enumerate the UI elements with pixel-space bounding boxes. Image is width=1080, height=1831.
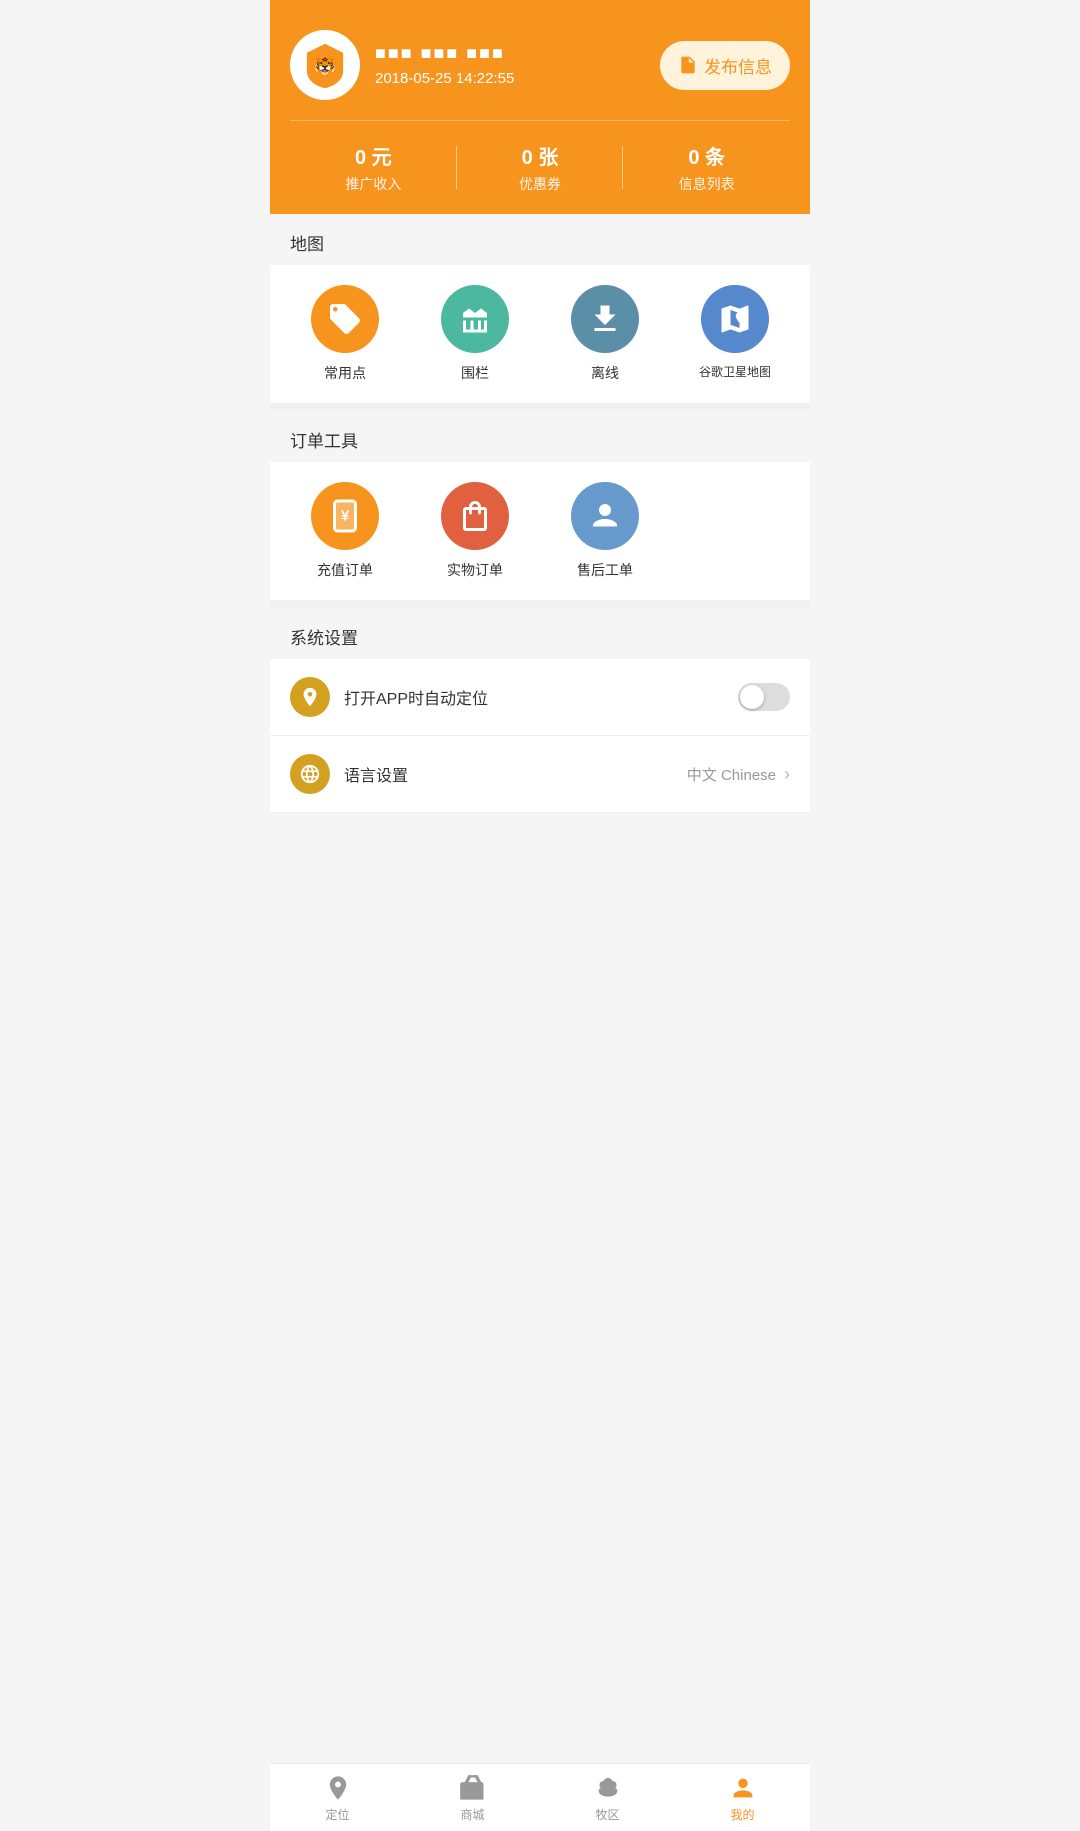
stat-promotion-label: 推广收入 [290, 174, 457, 194]
stat-promotion-value: 0 元 [290, 141, 457, 170]
svg-text:¥: ¥ [341, 508, 350, 525]
stat-coupon: 0 张 优惠券 [457, 141, 624, 194]
settings-section-title: 系统设置 [290, 629, 358, 648]
user-info: ■■■ ■■■ ■■■ 2018-05-25 14:22:55 [375, 43, 660, 87]
physical-icon-circle [441, 482, 509, 550]
map-item-common-points[interactable]: 常用点 [280, 285, 410, 383]
avatar: 🐯 [290, 30, 360, 100]
map-item-fence[interactable]: 围栏 [410, 285, 540, 383]
common-points-label: 常用点 [324, 363, 366, 383]
stats-bar: 0 元 推广收入 0 张 优惠券 0 条 信息列表 [290, 120, 790, 214]
location-settings-label: 打开APP时自动定位 [344, 685, 738, 709]
divider-1 [270, 403, 810, 411]
language-settings-icon-circle [290, 754, 330, 794]
svg-text:🐯: 🐯 [314, 56, 336, 77]
map-item-offline[interactable]: 离线 [540, 285, 670, 383]
settings-item-language[interactable]: 语言设置 中文 Chinese › [270, 736, 810, 813]
nav-mine-label: 我的 [730, 1806, 754, 1823]
stat-coupon-label: 优惠券 [457, 174, 624, 194]
order-item-aftersale[interactable]: 售后工单 [540, 482, 670, 580]
stat-listing: 0 条 信息列表 [623, 141, 790, 194]
map-section-header: 地图 [270, 214, 810, 265]
stat-listing-value: 0 条 [623, 141, 790, 170]
physical-label: 实物订单 [447, 560, 503, 580]
aftersale-label: 售后工单 [577, 560, 633, 580]
order-section-header: 订单工具 [270, 411, 810, 462]
location-settings-icon-circle [290, 677, 330, 717]
order-item-recharge[interactable]: ¥ 充值订单 [280, 482, 410, 580]
publish-button[interactable]: 发布信息 [660, 41, 790, 90]
nav-item-shop[interactable]: 商城 [405, 1764, 540, 1831]
order-item-physical[interactable]: 实物订单 [410, 482, 540, 580]
recharge-label: 充值订单 [317, 560, 373, 580]
common-points-icon-circle [311, 285, 379, 353]
fence-icon-circle [441, 285, 509, 353]
stat-coupon-value: 0 张 [457, 141, 624, 170]
nav-shop-label: 商城 [460, 1806, 484, 1823]
divider-2 [270, 600, 810, 608]
google-satellite-icon-circle [701, 285, 769, 353]
stat-listing-label: 信息列表 [623, 174, 790, 194]
location-toggle[interactable] [738, 683, 790, 711]
settings-section-header: 系统设置 [270, 608, 810, 659]
settings-item-location[interactable]: 打开APP时自动定位 [270, 659, 810, 736]
publish-btn-label: 发布信息 [704, 53, 772, 78]
language-chevron-icon: › [784, 764, 790, 785]
nav-item-location[interactable]: 定位 [270, 1764, 405, 1831]
offline-icon-circle [571, 285, 639, 353]
offline-label: 离线 [591, 363, 619, 383]
nav-item-pasture[interactable]: 牧区 [540, 1764, 675, 1831]
toggle-knob [740, 685, 764, 709]
aftersale-icon-circle [571, 482, 639, 550]
user-date: 2018-05-25 14:22:55 [375, 70, 660, 87]
order-icon-grid: ¥ 充值订单 实物订单 售后工单 [270, 462, 810, 600]
language-settings-label: 语言设置 [344, 762, 687, 786]
nav-item-mine[interactable]: 我的 [675, 1764, 810, 1831]
stat-promotion: 0 元 推广收入 [290, 141, 457, 194]
google-satellite-label: 谷歌卫星地图 [699, 363, 771, 380]
fence-label: 围栏 [461, 363, 489, 383]
nav-pasture-label: 牧区 [595, 1806, 619, 1823]
map-section-title: 地图 [290, 235, 324, 254]
user-name: ■■■ ■■■ ■■■ [375, 43, 660, 64]
header: 🐯 ■■■ ■■■ ■■■ 2018-05-25 14:22:55 发布信息 0… [270, 0, 810, 214]
map-icon-grid: 常用点 围栏 离线 [270, 265, 810, 403]
map-item-google-satellite[interactable]: 谷歌卫星地图 [670, 285, 800, 383]
bottom-nav: 定位 商城 牧区 我的 [270, 1763, 810, 1831]
order-section-title: 订单工具 [290, 432, 358, 451]
nav-location-label: 定位 [325, 1806, 349, 1823]
language-value: 中文 Chinese [687, 764, 776, 785]
recharge-icon-circle: ¥ [311, 482, 379, 550]
